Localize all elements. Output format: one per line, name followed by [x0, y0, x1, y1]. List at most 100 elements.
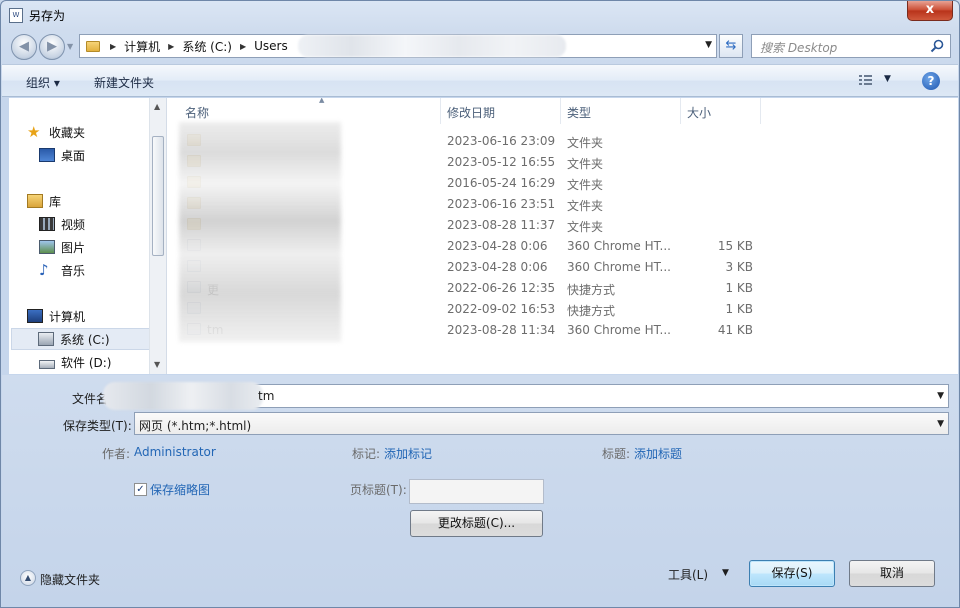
author-link[interactable]: Administrator	[134, 445, 216, 459]
file-type: 快捷方式	[567, 304, 616, 318]
column-type-label: 类型	[567, 106, 592, 120]
window-title: 另存为	[29, 9, 66, 23]
desktop-icon	[39, 148, 55, 162]
nav-item-label: 视频	[61, 217, 86, 232]
drive-c-icon	[38, 332, 54, 346]
file-size: 15 KB	[717, 239, 753, 253]
file-size: 1 KB	[725, 281, 753, 295]
video-icon	[39, 217, 55, 231]
address-dropdown-icon[interactable]: ▼	[705, 40, 712, 50]
search-icon[interactable]	[930, 39, 944, 53]
nav-pane-scrollbar[interactable]: ▲ ▼	[149, 98, 166, 374]
add-title-link[interactable]: 添加标题	[634, 445, 682, 462]
help-icon[interactable]: ?	[922, 72, 940, 90]
tools-dropdown-icon[interactable]: ▼	[722, 568, 729, 578]
nav-item-label: 桌面	[61, 148, 86, 163]
title-bar: W 另存为 x	[1, 1, 959, 31]
tags-label: 标记:	[352, 447, 381, 461]
redacted-filename	[103, 382, 263, 410]
refresh-button[interactable]: ⇆	[719, 34, 743, 58]
file-type: 文件夹	[567, 178, 604, 192]
redacted-file-names	[179, 122, 341, 342]
save-thumbnail-label[interactable]: 保存缩略图	[150, 481, 210, 498]
search-box[interactable]: 搜索 Desktop	[751, 34, 951, 58]
file-type: 文件夹	[567, 199, 604, 213]
nav-item-music[interactable]: ♪ 音乐	[39, 259, 166, 281]
author-label: 作者:	[102, 447, 131, 461]
scrollbar-thumb[interactable]	[152, 136, 164, 256]
column-header-size[interactable]: 大小	[681, 98, 761, 124]
column-name-label: 名称	[185, 106, 210, 120]
address-bar[interactable]: ▶ 计算机 ▶ 系统 (C:) ▶ Users ▼	[79, 34, 717, 58]
nav-item-desktop[interactable]: 桌面	[39, 144, 166, 166]
file-size: 3 KB	[725, 260, 753, 274]
nav-item-label: 计算机	[49, 309, 86, 324]
nav-item-library[interactable]: 库	[27, 190, 166, 212]
recent-locations-dropdown[interactable]: ▼	[67, 42, 75, 51]
file-date: 2023-04-28 0:06	[447, 260, 548, 274]
filename-dropdown-icon[interactable]: ▼	[937, 391, 944, 401]
file-type: 文件夹	[567, 157, 604, 171]
column-date-label: 修改日期	[447, 106, 496, 120]
picture-icon	[39, 240, 55, 254]
forward-button[interactable]: ▶	[39, 34, 65, 60]
chevron-right-icon[interactable]: ▶	[240, 42, 246, 51]
redacted-path	[297, 35, 566, 57]
savetype-label: 保存类型(T):	[63, 419, 132, 433]
forward-arrow-icon: ▶	[47, 39, 57, 54]
nav-item-favorites[interactable]: ★ 收藏夹	[27, 121, 166, 143]
savetype-select[interactable]: 网页 (*.htm;*.html) ▼	[134, 412, 949, 435]
scroll-up-icon[interactable]: ▲	[154, 102, 160, 111]
search-input[interactable]: 搜索 Desktop	[760, 39, 837, 56]
column-header-name[interactable]: 名称 ▲	[179, 98, 441, 124]
filename-input[interactable]: tm ▼	[103, 382, 949, 410]
column-size-label: 大小	[687, 106, 712, 120]
save-options-area: 文件名 tm ▼ 保存类型(T): 网页 (*.htm;*.html) ▼ 作者…	[2, 375, 958, 607]
savetype-dropdown-icon[interactable]: ▼	[937, 419, 944, 429]
view-options-icon[interactable]	[858, 73, 874, 87]
nav-item-label: 软件 (D:)	[61, 355, 112, 370]
file-date: 2023-05-12 16:55	[447, 155, 556, 169]
file-date: 2022-09-02 16:53	[447, 302, 556, 316]
chevron-right-icon[interactable]: ▶	[110, 42, 116, 51]
nav-item-system-c[interactable]: 系统 (C:)	[11, 328, 151, 350]
column-header-date[interactable]: 修改日期	[441, 98, 561, 124]
filename-value: tm	[258, 389, 275, 403]
command-toolbar: 组织 ▾ 新建文件夹 ▼ ?	[2, 64, 958, 97]
back-button[interactable]: ◀	[11, 34, 37, 60]
nav-item-pictures[interactable]: 图片	[39, 236, 166, 258]
new-folder-button[interactable]: 新建文件夹	[94, 74, 154, 91]
file-size: 41 KB	[717, 323, 753, 337]
hide-folders-button[interactable]: 隐藏文件夹	[40, 571, 100, 588]
chevron-up-icon[interactable]: ▲	[20, 570, 36, 586]
view-dropdown-icon[interactable]: ▼	[884, 74, 891, 84]
close-button[interactable]: x	[907, 1, 953, 21]
nav-item-videos[interactable]: 视频	[39, 213, 166, 235]
nav-item-label: 收藏夹	[49, 125, 86, 140]
save-as-dialog: W 另存为 x ◀ ▶ ▼ ▶ 计算机 ▶ 系统 (C:) ▶ Users ▼ …	[0, 0, 960, 608]
breadcrumb-computer[interactable]: 计算机	[124, 38, 160, 55]
nav-item-label: 音乐	[61, 263, 86, 278]
column-header-type[interactable]: 类型	[561, 98, 681, 124]
save-thumbnail-checkbox[interactable]: ✓	[134, 483, 147, 496]
file-date: 2023-08-28 11:37	[447, 218, 556, 232]
scroll-down-icon[interactable]: ▼	[154, 360, 160, 369]
organize-button[interactable]: 组织 ▾	[26, 74, 60, 91]
chevron-right-icon[interactable]: ▶	[168, 42, 174, 51]
file-date: 2023-06-16 23:09	[447, 134, 556, 148]
add-tags-link[interactable]: 添加标记	[384, 445, 432, 462]
savetype-value: 网页 (*.htm;*.html)	[139, 419, 252, 433]
nav-item-computer[interactable]: 计算机	[27, 305, 166, 327]
breadcrumb-system-c[interactable]: 系统 (C:)	[182, 38, 232, 55]
refresh-icon: ⇆	[725, 38, 737, 53]
library-icon	[27, 194, 43, 208]
tools-button[interactable]: 工具(L)	[668, 566, 708, 583]
save-button[interactable]: 保存(S)	[749, 560, 835, 587]
file-date: 2016-05-24 16:29	[447, 176, 556, 190]
nav-item-software-d[interactable]: 软件 (D:)	[39, 351, 166, 373]
change-title-button[interactable]: 更改标题(C)...	[410, 510, 543, 537]
cancel-button[interactable]: 取消	[849, 560, 935, 587]
file-type: 360 Chrome HT...	[567, 260, 671, 274]
breadcrumb-users[interactable]: Users	[254, 39, 288, 53]
file-type: 快捷方式	[567, 283, 616, 297]
